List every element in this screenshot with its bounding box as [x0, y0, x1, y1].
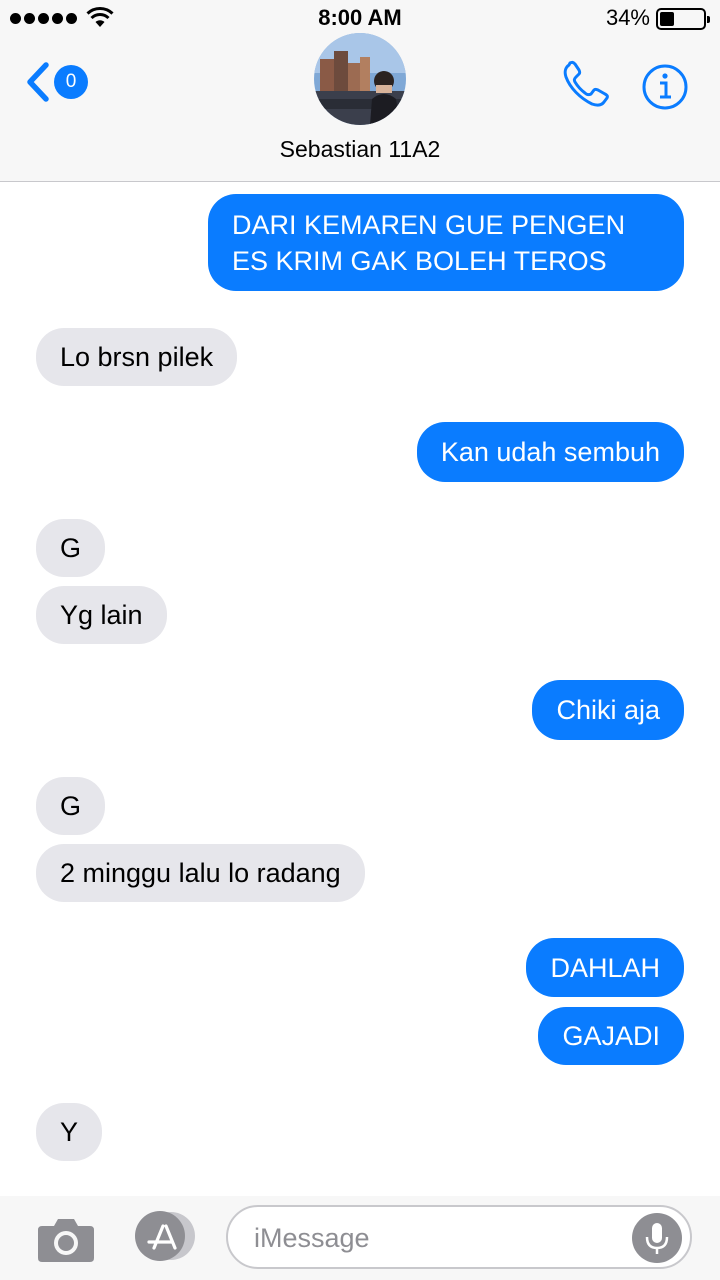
battery-level-fill: [660, 12, 675, 26]
outgoing-message[interactable]: DAHLAH: [526, 938, 684, 997]
incoming-message[interactable]: G: [36, 777, 106, 835]
outgoing-message[interactable]: DARI KEMAREN GUE PENGEN ES KRIM GAK BOLE…: [208, 194, 684, 291]
outgoing-message[interactable]: Kan udah sembuh: [416, 422, 684, 482]
message-input[interactable]: [254, 1219, 614, 1257]
back-chevron-icon: [27, 62, 49, 102]
message-text-field[interactable]: [226, 1205, 692, 1269]
outgoing-message[interactable]: GAJADI: [538, 1007, 684, 1065]
contact-name[interactable]: Sebastian 11A2: [0, 136, 720, 163]
incoming-message[interactable]: Yg lain: [36, 586, 167, 644]
back-button[interactable]: 0: [24, 60, 88, 104]
info-icon[interactable]: [638, 60, 692, 114]
battery-percent: 34%: [605, 5, 650, 30]
incoming-message[interactable]: Y: [36, 1103, 103, 1161]
conversation-header: 8:00 AM 34% 0 Sebastian 11A2: [0, 0, 720, 182]
message-input-bar: [0, 1196, 720, 1280]
camera-icon[interactable]: [36, 1214, 96, 1264]
microphone-button[interactable]: [632, 1213, 682, 1263]
microphone-icon: [645, 1223, 669, 1254]
incoming-message[interactable]: Lo brsn pilek: [36, 328, 238, 386]
unread-count-badge: 0: [54, 65, 88, 99]
phone-icon[interactable]: [560, 60, 614, 110]
app-store-icon[interactable]: [130, 1211, 198, 1261]
status-bar: 8:00 AM 34%: [0, 0, 720, 36]
incoming-message[interactable]: G: [36, 519, 106, 577]
contact-avatar[interactable]: [314, 33, 406, 125]
outgoing-message[interactable]: Chiki aja: [532, 680, 684, 740]
battery-icon: [656, 8, 710, 30]
incoming-message[interactable]: 2 minggu lalu lo radang: [36, 844, 365, 902]
